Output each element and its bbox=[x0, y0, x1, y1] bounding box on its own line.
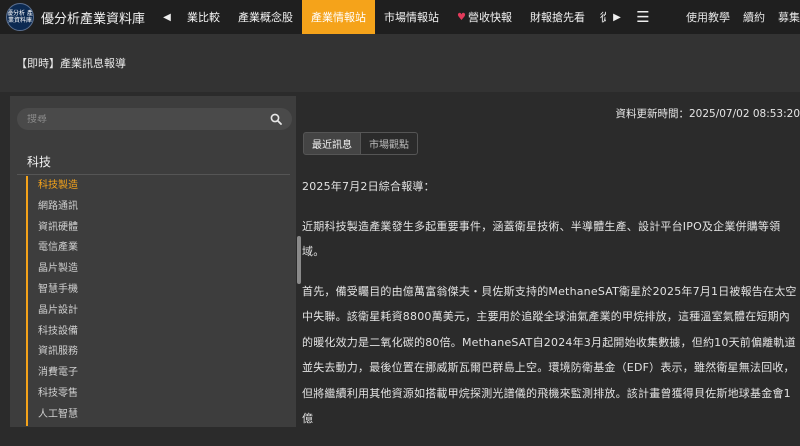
nav-tab-revenue-label: 營收快報 bbox=[467, 11, 512, 24]
link-fundraise[interactable]: 募集 bbox=[778, 9, 800, 25]
tab-market-views[interactable]: 市場觀點 bbox=[361, 132, 418, 155]
nav-scroll-right-icon[interactable]: ▶ bbox=[606, 0, 628, 34]
category-title[interactable]: 科技 bbox=[27, 153, 51, 170]
heart-icon: ♥ bbox=[457, 11, 466, 23]
content-tabs: 最近訊息 市場觀點 bbox=[303, 132, 418, 155]
subcategory-list: 科技製造 網路通訊 資訊硬體 電信產業 晶片製造 智慧手機 晶片設計 科技設備 … bbox=[26, 176, 78, 426]
sidebar-item-networking[interactable]: 網路通訊 bbox=[38, 197, 78, 218]
sidebar-item-ai[interactable]: 人工智慧 bbox=[38, 405, 78, 426]
article-paragraph: 2025年7月2日綜合報導： bbox=[302, 180, 435, 193]
nav-tab-market-intel[interactable]: 市場情報站 bbox=[375, 0, 448, 34]
nav-scroll-left-icon[interactable]: ◀ bbox=[156, 0, 178, 34]
search-input[interactable] bbox=[17, 113, 257, 125]
menu-icon[interactable]: ☰ bbox=[628, 0, 658, 34]
sidebar-item-it-hardware[interactable]: 資訊硬體 bbox=[38, 218, 78, 239]
link-renew[interactable]: 續約 bbox=[743, 9, 765, 25]
sidebar-item-tech-manufacturing[interactable]: 科技製造 bbox=[38, 176, 78, 197]
site-title: 優分析產業資料庫 bbox=[41, 11, 146, 27]
article-paragraph: 首先，備受矚目的由億萬富翁傑夫・貝佐斯支持的MethaneSAT衛星於2025年… bbox=[302, 284, 797, 426]
news-article: 2025年7月2日綜合報導： 近期科技製造產業發生多起重要事件，涵蓋衛星技術、半… bbox=[302, 174, 798, 446]
top-right-links: 使用教學 續約 募集 bbox=[673, 0, 800, 34]
page-breadcrumb: 【即時】產業訊息報導 bbox=[0, 34, 800, 92]
sidebar-item-chip-design[interactable]: 晶片設計 bbox=[38, 301, 78, 322]
sidebar-item-smartphones[interactable]: 智慧手機 bbox=[38, 280, 78, 301]
sidebar-item-telecom[interactable]: 電信產業 bbox=[38, 238, 78, 259]
nav-tab-industry-intel[interactable]: 產業情報站 bbox=[302, 0, 375, 34]
nav-tab-concept-stocks[interactable]: 產業概念股 bbox=[229, 0, 302, 34]
sidebar-item-it-services[interactable]: 資訊服務 bbox=[38, 342, 78, 363]
logo-icon: 優分析 產業資料庫 bbox=[6, 3, 34, 31]
logo-text: 優分析 產業資料庫 bbox=[7, 10, 33, 24]
top-navbar: 優分析 產業資料庫 優分析產業資料庫 ◀ 業比較 產業概念股 產業情報站 市場情… bbox=[0, 0, 800, 34]
tab-recent-news[interactable]: 最近訊息 bbox=[303, 132, 361, 155]
sidebar-item-chip-manufacturing[interactable]: 晶片製造 bbox=[38, 259, 78, 280]
article-paragraph: 近期科技製造產業發生多起重要事件，涵蓋衛星技術、半導體生產、設計平台IPO及企業… bbox=[302, 219, 781, 259]
breadcrumb-text: 【即時】產業訊息報導 bbox=[16, 57, 126, 70]
nav-tab-revenue-flash[interactable]: ♥ 營收快報 bbox=[448, 0, 521, 34]
search-bar bbox=[17, 108, 292, 130]
brand[interactable]: 優分析 產業資料庫 優分析產業資料庫 bbox=[0, 3, 156, 31]
update-timestamp: 資料更新時間：2025/07/02 08:53:20 bbox=[615, 108, 800, 120]
divider bbox=[17, 174, 290, 175]
category-sidebar: 科技 科技製造 網路通訊 資訊硬體 電信產業 晶片製造 智慧手機 晶片設計 科技… bbox=[10, 96, 301, 427]
nav-tab-industry-compare[interactable]: 業比較 bbox=[178, 0, 229, 34]
sidebar-item-tech-retail[interactable]: 科技零售 bbox=[38, 384, 78, 405]
search-icon[interactable] bbox=[270, 113, 282, 125]
link-tutorial[interactable]: 使用教學 bbox=[686, 9, 730, 25]
sidebar-item-consumer-electronics[interactable]: 消費電子 bbox=[38, 363, 78, 384]
nav-tab-partial[interactable]: 從 bbox=[594, 0, 606, 34]
news-content: 資料更新時間：2025/07/02 08:53:20 最近訊息 市場觀點 202… bbox=[300, 96, 800, 427]
nav-tab-earnings-preview[interactable]: 財報搶先看 bbox=[521, 0, 594, 34]
sidebar-item-tech-equipment[interactable]: 科技設備 bbox=[38, 322, 78, 343]
